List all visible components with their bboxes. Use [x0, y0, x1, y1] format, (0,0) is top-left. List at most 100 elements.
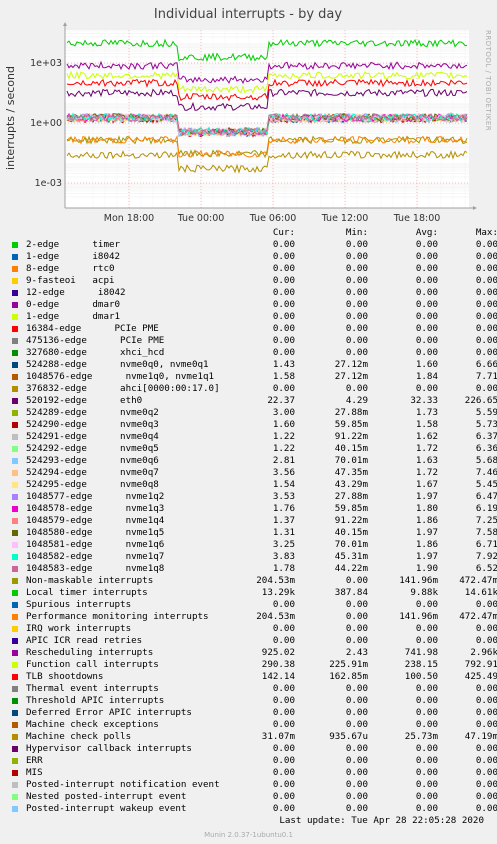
- value-max: 5.73: [475, 419, 497, 430]
- legend-item: 0-edge dmar0 0.00 0.00 0.00 0.00: [12, 299, 497, 311]
- value-min: 70.01m: [334, 455, 368, 466]
- value-max: 226.65: [464, 395, 497, 406]
- series-name: 524289-edge nvme0q2: [26, 407, 159, 418]
- value-cur: 1.43: [272, 359, 295, 370]
- value-min: 0.00: [345, 719, 368, 730]
- value-min: 225.91m: [329, 659, 368, 670]
- value-cur: 0.00: [272, 779, 295, 790]
- value-cur: 1.76: [272, 503, 295, 514]
- legend-item: ERR 0.00 0.00 0.00 0.00: [12, 755, 497, 767]
- legend-swatch: [12, 662, 18, 668]
- value-cur: 0.00: [272, 635, 295, 646]
- series-name: ERR: [26, 755, 43, 766]
- value-max: 0.00: [475, 239, 497, 250]
- value-max: 0.00: [475, 311, 497, 322]
- value-max: 14.61k: [464, 587, 497, 598]
- legend-swatch: [12, 734, 18, 740]
- legend-swatch: [12, 626, 18, 632]
- value-cur: 0.00: [272, 755, 295, 766]
- value-min: 59.85m: [334, 503, 368, 514]
- value-min: 4.29: [345, 395, 368, 406]
- legend-item: IRQ work interrupts 0.00 0.00 0.00 0.00: [12, 623, 497, 635]
- value-max: 0.00: [475, 719, 497, 730]
- series-name: 1048577-edge nvme1q2: [26, 491, 165, 502]
- legend-item: Rescheduling interrupts 925.02 2.43 741.98 2…: [12, 647, 497, 659]
- value-max: 7.25: [475, 515, 497, 526]
- legend-swatch: [12, 494, 18, 500]
- column-header-min: Min:: [345, 227, 368, 238]
- value-min: 43.29m: [334, 479, 368, 490]
- value-min: 0.00: [345, 311, 368, 322]
- series-name: Spurious interrupts: [26, 599, 132, 610]
- value-avg: 100.50: [404, 671, 438, 682]
- value-max: 0.00: [475, 755, 497, 766]
- value-max: 5.45: [475, 479, 497, 490]
- legend-item: Thermal event interrupts 0.00 0.00 0.00 0.00: [12, 683, 497, 695]
- value-cur: 0.00: [272, 383, 295, 394]
- value-min: 0.00: [345, 611, 368, 622]
- column-header-max: Max:: [475, 227, 497, 238]
- value-avg: 0.00: [415, 347, 438, 358]
- value-min: 0.00: [345, 743, 368, 754]
- legend-item: Hypervisor callback interrupts 0.00 0.00 0.…: [12, 743, 497, 755]
- value-max: 0.00: [475, 599, 497, 610]
- value-avg: 1.60: [415, 359, 438, 370]
- value-min: 935.67u: [329, 731, 368, 742]
- value-cur: 1.37: [272, 515, 295, 526]
- x-tick-label: Tue 18:00: [393, 213, 441, 224]
- legend-swatch: [12, 770, 18, 776]
- last-update: Last update: Tue Apr 28 22:05:28 2020: [279, 815, 484, 826]
- value-max: 0.00: [475, 683, 497, 694]
- value-avg: 1.84: [415, 371, 438, 382]
- value-avg: 0.00: [415, 383, 438, 394]
- value-min: 27.88m: [334, 491, 368, 502]
- legend-swatch: [12, 782, 18, 788]
- series-name: 2-edge timer: [26, 239, 121, 250]
- value-max: 7.92: [475, 551, 497, 562]
- value-avg: 1.72: [415, 443, 438, 454]
- series-name: 9-fasteoi acpi: [26, 275, 115, 286]
- value-max: 5.59: [475, 407, 497, 418]
- series-name: Nested posted-interrupt event: [26, 791, 187, 802]
- legend-item: 524292-edge nvme0q5 1.22 40.15m 1.72 6.36: [12, 443, 497, 455]
- legend-swatch: [12, 806, 18, 812]
- value-max: 6.71: [475, 539, 497, 550]
- value-min: 0.00: [345, 767, 368, 778]
- series-name: IRQ work interrupts: [26, 623, 132, 634]
- series-name: Deferred Error APIC interrupts: [26, 707, 192, 718]
- value-avg: 0.00: [415, 695, 438, 706]
- value-cur: 0.00: [272, 683, 295, 694]
- value-avg: 0.00: [415, 599, 438, 610]
- legend-swatch: [12, 362, 18, 368]
- legend-item: Spurious interrupts 0.00 0.00 0.00 0.00: [12, 599, 497, 611]
- value-min: 0.00: [345, 575, 368, 586]
- value-cur: 0.00: [272, 347, 295, 358]
- legend-item: 1048578-edge nvme1q3 1.76 59.85m 1.80 6.19: [12, 503, 497, 515]
- legend-item: Posted-interrupt notification event 0.00 0…: [12, 779, 497, 791]
- legend-item: 524291-edge nvme0q4 1.22 91.22m 1.62 6.37: [12, 431, 497, 443]
- value-min: 70.01m: [334, 539, 368, 550]
- series-name: Hypervisor callback interrupts: [26, 743, 192, 754]
- legend-item: 524288-edge nvme0q0, nvme0q1 1.43 27.12m 1.…: [12, 359, 497, 371]
- value-min: 0.00: [345, 251, 368, 262]
- value-max: 6.37: [475, 431, 497, 442]
- value-max: 792.91: [464, 659, 497, 670]
- y-axis-arrow: [63, 22, 67, 26]
- legend-item: 376832-edge ahci[0000:00:17.0] 0.00 0.00 0.…: [12, 383, 497, 395]
- legend-swatch: [12, 746, 18, 752]
- legend-item: 2-edge timer 0.00 0.00 0.00 0.00: [12, 239, 497, 251]
- legend-item: Nested posted-interrupt event 0.00 0.00 0.0…: [12, 791, 497, 803]
- value-cur: 0.00: [272, 287, 295, 298]
- value-avg: 0.00: [415, 719, 438, 730]
- legend-swatch: [12, 650, 18, 656]
- value-max: 0.00: [475, 299, 497, 310]
- value-max: 5.68: [475, 455, 497, 466]
- value-cur: 1.22: [272, 443, 295, 454]
- series-name: 1048582-edge nvme1q7: [26, 551, 165, 562]
- value-avg: 1.97: [415, 527, 438, 538]
- series-name: APIC ICR read retries: [26, 635, 143, 646]
- series-name: 524293-edge nvme0q6: [26, 455, 159, 466]
- value-min: 0.00: [345, 239, 368, 250]
- legend-swatch: [12, 590, 18, 596]
- legend-item: 524293-edge nvme0q6 2.81 70.01m 1.63 5.68: [12, 455, 497, 467]
